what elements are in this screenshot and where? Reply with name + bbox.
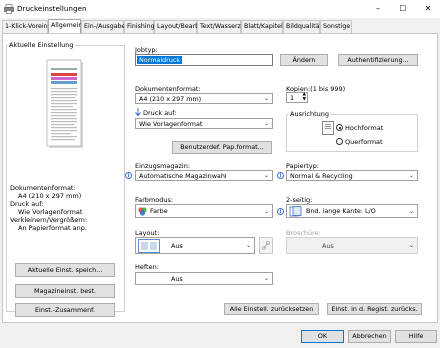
summary-line-6: An Papierformat anp.	[18, 224, 87, 232]
staple-label: Heften:	[135, 263, 159, 271]
info-icon: i	[277, 208, 284, 215]
tray-select[interactable]: Automatische Magazinwahl ⌄	[135, 170, 273, 181]
brochure-select[interactable]: Aus ⌄	[286, 237, 418, 254]
tab-blatt-kapitel[interactable]: Blatt/Kapitel	[241, 20, 283, 33]
chevron-down-icon: ⌄	[408, 208, 414, 215]
color-mode-label: Farbmodus:	[135, 196, 174, 204]
landscape-radio[interactable]	[336, 138, 343, 145]
staple-value: Aus	[171, 275, 183, 283]
change-button[interactable]: Ändern	[280, 54, 328, 66]
duplex-value: Bnd. lange Kante: L/O	[306, 207, 376, 215]
summary-line-4: Wie Vorlagenformat	[18, 208, 83, 216]
color-icon	[138, 207, 147, 216]
chevron-down-icon: ⌄	[408, 242, 414, 249]
document-format-value: A4 (210 x 297 mm)	[139, 95, 202, 103]
color-mode-select[interactable]: Farbe ⌄	[135, 204, 273, 218]
tab-layout-bearb[interactable]: Layout/Bearb	[154, 20, 199, 33]
landscape-label: Querformat	[345, 138, 383, 146]
tray-value: Automatische Magazinwahl	[139, 172, 227, 180]
tab-finishing[interactable]: Finishing	[124, 20, 155, 33]
layout-select[interactable]: Aus ⌄	[135, 237, 255, 254]
document-format-select[interactable]: A4 (210 x 297 mm) ⌄	[135, 93, 273, 104]
portrait-radio[interactable]	[336, 124, 343, 131]
save-current-settings-button[interactable]: Aktuelle Einst. speich...	[15, 263, 115, 277]
orientation-group	[286, 114, 418, 152]
orientation-label: Ausrichtung	[289, 110, 331, 118]
layout-icon	[138, 239, 160, 253]
tab-1-klick[interactable]: 1-Klick-Voreinst.	[2, 20, 55, 33]
preview-title: Aktuelle Einstellung	[8, 41, 75, 49]
tab-text-wasserz[interactable]: Text/Wasserz	[197, 20, 241, 33]
portrait-label: Hochformat	[345, 124, 384, 132]
summary-line-1: Dokumentenformat:	[10, 184, 76, 192]
job-type-value: Normaldruck	[137, 56, 183, 64]
custom-paper-format-button[interactable]: Benutzerdef. Pap.format...	[172, 141, 272, 154]
reset-tab-button[interactable]: Einst. in d. Regist. zurücks.	[327, 303, 422, 315]
print-on-label: Druck auf:	[143, 109, 177, 117]
brochure-label: Broschüre:	[286, 229, 321, 237]
copies-value: 1	[290, 94, 295, 102]
chevron-down-icon: ⌄	[263, 172, 269, 179]
duplex-select[interactable]: Bnd. lange Kante: L/O ⌄	[286, 204, 418, 218]
maximize-button[interactable]: ☐	[391, 0, 415, 18]
chevron-down-icon: ⌄	[245, 242, 251, 249]
window-title: Druckeinstellungen	[17, 4, 87, 13]
link-icon[interactable]	[259, 237, 273, 254]
summary-line-5: Verkleinern/Vergrößern:	[10, 216, 88, 224]
job-type-field[interactable]: Normaldruck	[135, 54, 273, 66]
tray-label: Einzugsmagazin:	[135, 162, 191, 170]
title-bar: Druckeinstellungen – ☐ ✕	[0, 0, 440, 18]
tab-allgemein[interactable]: Allgemein	[48, 19, 82, 33]
chevron-down-icon: ⌄	[408, 172, 414, 179]
cancel-button[interactable]: Abbrechen	[348, 330, 391, 343]
authentication-button[interactable]: Authentifizierung...	[338, 54, 418, 66]
brochure-value: Aus	[322, 242, 334, 250]
chevron-down-icon: ⌄	[263, 275, 269, 282]
tab-bildqualitaet[interactable]: Bildqualität	[283, 20, 322, 33]
print-on-value: Wie Vorlagenformat	[139, 120, 203, 128]
ok-button[interactable]: OK	[301, 330, 344, 343]
duplex-label: 2-seitig:	[286, 196, 313, 204]
reset-all-button[interactable]: Alle Einstell. zurücksetzen	[224, 303, 319, 315]
spinner-arrows-icon: ▲ ▼	[302, 92, 306, 102]
summary-line-2: A4 (210 x 297 mm)	[18, 192, 82, 200]
help-button[interactable]: Hilfe	[395, 330, 437, 343]
paper-type-value: Normal & Recycling	[290, 172, 353, 180]
info-icon: i	[125, 172, 132, 179]
tray-settings-button[interactable]: Magazineinst. best.	[15, 284, 115, 298]
settings-summary-button[interactable]: Einst.-Zusammenf.	[15, 303, 115, 317]
paper-type-select[interactable]: Normal & Recycling ⌄	[286, 170, 418, 181]
tab-sonstige[interactable]: Sonstige	[320, 20, 352, 33]
job-type-label: Jobtyp:	[135, 46, 158, 54]
staple-select[interactable]: Aus ⌄	[135, 272, 273, 285]
summary-line-3: Druck auf:	[10, 200, 44, 208]
paper-type-label: Papiertyp:	[286, 162, 319, 170]
chevron-down-icon: ⌄	[263, 120, 269, 127]
document-preview-image	[42, 58, 88, 152]
layout-value: Aus	[171, 242, 183, 250]
chevron-down-icon: ⌄	[263, 95, 269, 102]
tab-ein-ausgabe[interactable]: Ein-/Ausgabe	[81, 20, 125, 33]
minimize-button[interactable]: –	[366, 0, 390, 18]
radio-selected-dot	[338, 126, 342, 130]
info-icon: i	[277, 172, 284, 179]
color-mode-value: Farbe	[150, 207, 168, 215]
document-format-label: Dokumentenformat:	[135, 85, 201, 93]
portrait-icon	[322, 121, 334, 135]
printer-icon	[4, 4, 14, 14]
duplex-icon	[289, 206, 303, 217]
layout-label: Layout:	[135, 229, 160, 237]
print-on-select[interactable]: Wie Vorlagenformat ⌄	[135, 118, 273, 129]
chevron-down-icon: ⌄	[263, 208, 269, 215]
close-button[interactable]: ✕	[416, 0, 440, 18]
copies-spinner[interactable]: 1 ▲ ▼	[286, 92, 308, 103]
